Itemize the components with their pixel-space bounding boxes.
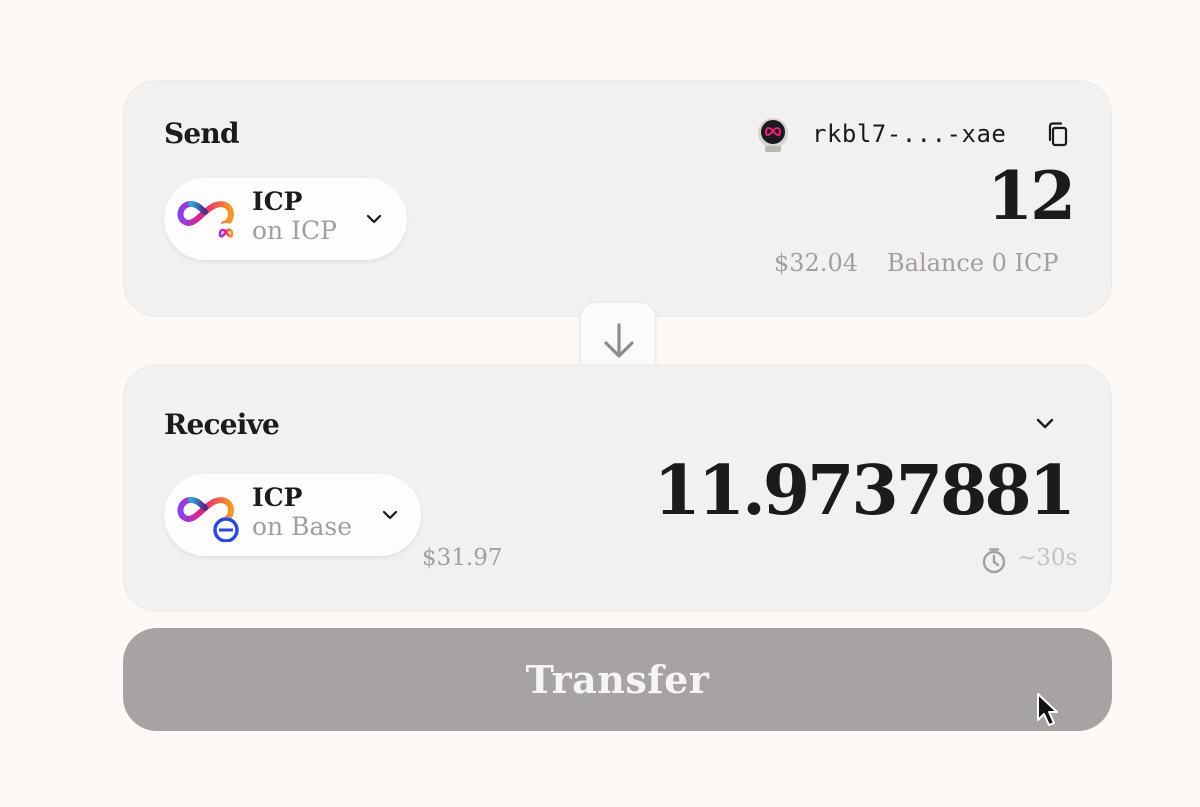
send-title: Send [164,117,240,150]
copy-icon[interactable] [1046,121,1070,149]
icp-network-badge-icon [215,223,237,245]
transfer-button-label: Transfer [525,657,710,702]
arrow-down-icon [604,323,634,358]
chevron-down-icon[interactable] [1035,417,1055,431]
mouse-cursor-icon [1037,693,1058,726]
icp-logo-icon [177,497,239,542]
base-network-badge-icon [213,517,239,542]
receive-amount: 11.9737881 [653,451,1076,531]
send-usd-value: $32.04 [774,249,858,277]
send-token-selector[interactable]: ICP on ICP [164,178,407,260]
avatar[interactable] [756,117,790,153]
chevron-down-icon [382,510,398,520]
receive-token-symbol: ICP [252,483,303,512]
wallet-address: rkbl7-...-xae [812,120,1007,148]
send-balance: Balance 0 ICP [887,249,1059,277]
receive-card: Receive ICP on Base $31.97 11.9737881 ~3… [123,364,1112,612]
send-amount-input[interactable]: 12 [987,157,1076,235]
receive-title: Receive [164,408,280,441]
timer-icon [982,548,1006,574]
chevron-down-icon [366,214,382,224]
send-token-symbol: ICP [252,187,303,216]
estimated-time: ~30s [1017,545,1078,571]
receive-usd-value: $31.97 [422,545,503,571]
transfer-button[interactable]: Transfer [123,628,1112,731]
send-token-network: on ICP [252,216,337,245]
receive-token-network: on Base [252,512,352,541]
send-card: Send ICP on ICP rkbl7-...-xae 12 $32.04 … [123,80,1112,317]
icp-logo-icon [177,201,237,245]
receive-token-selector[interactable]: ICP on Base [164,474,421,556]
